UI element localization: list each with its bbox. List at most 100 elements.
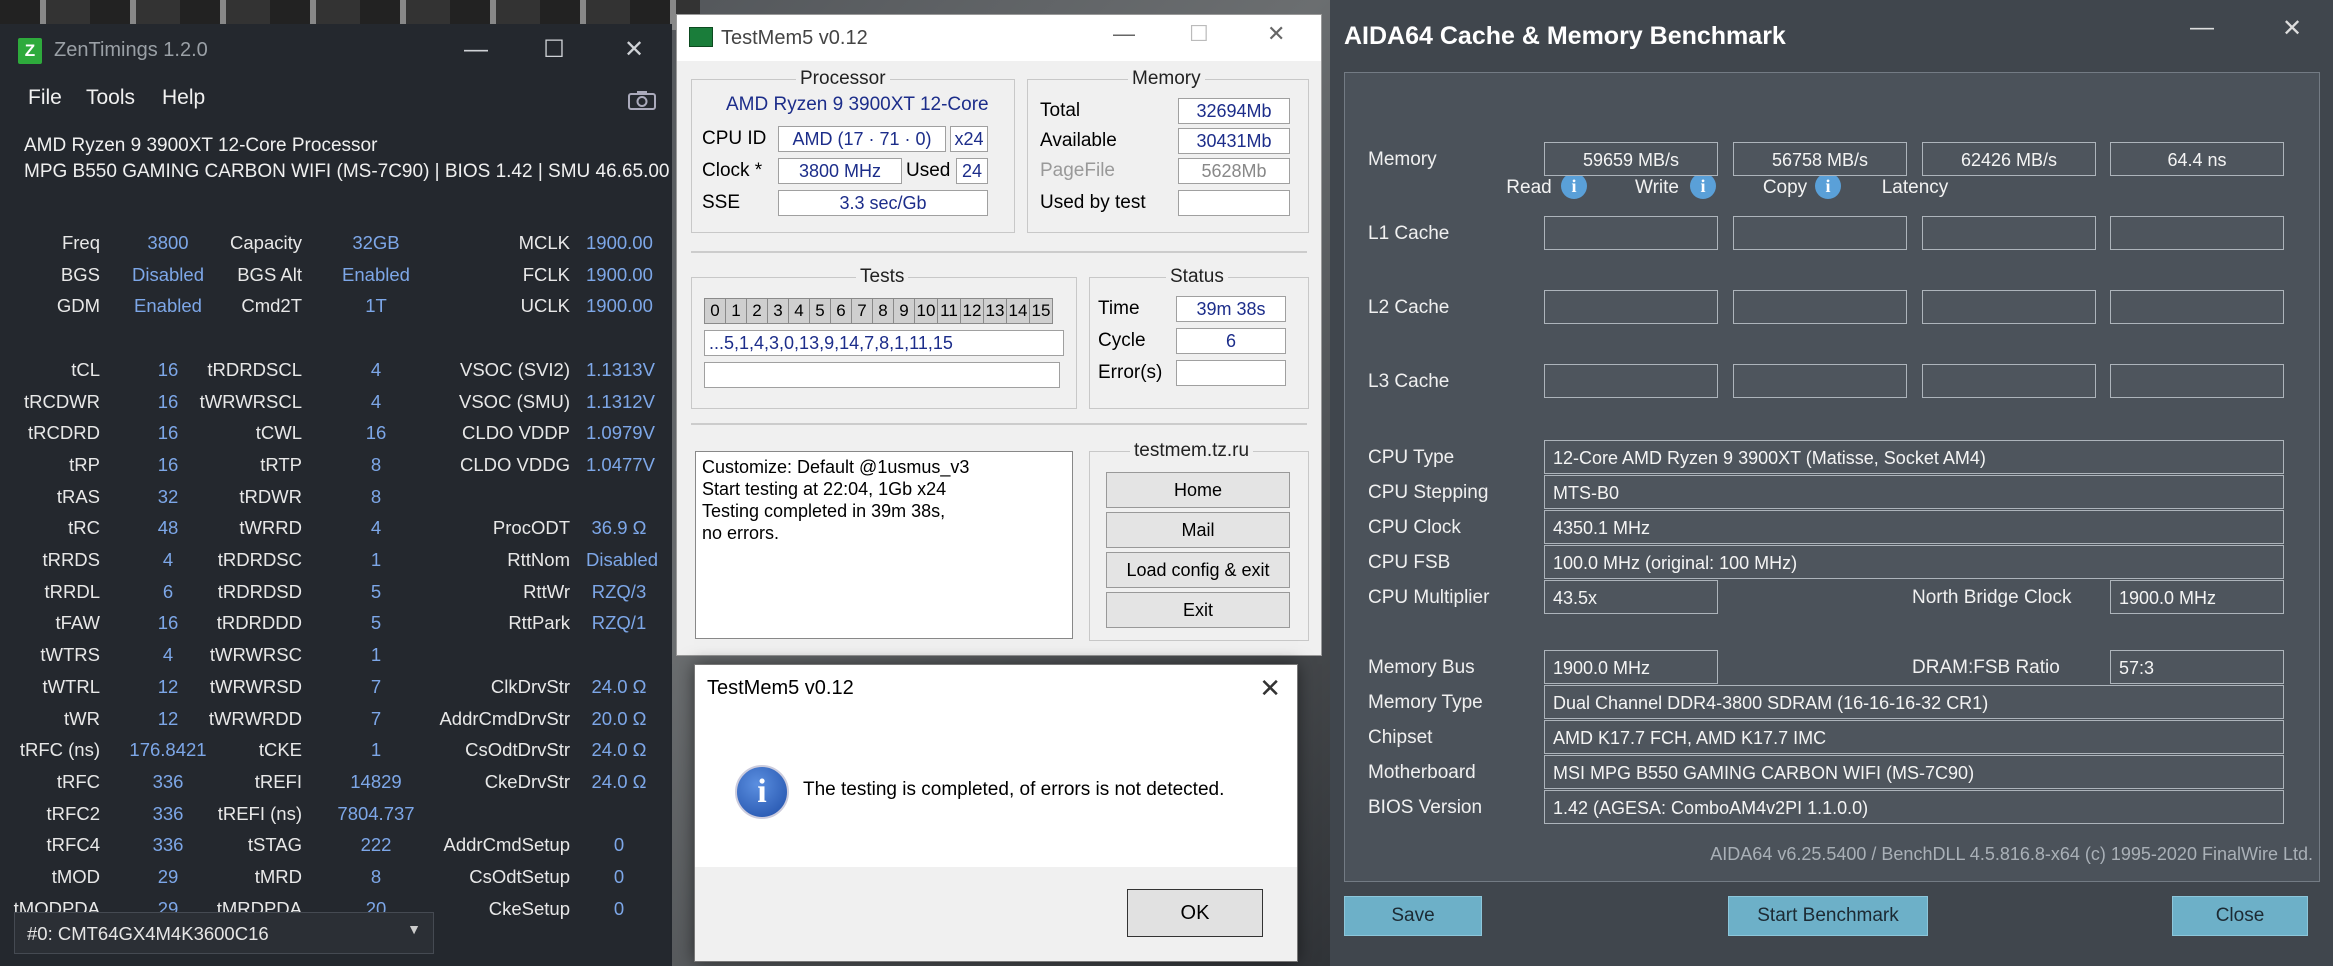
start-benchmark-button[interactable]: Start Benchmark — [1728, 896, 1928, 936]
timing-label: tCKE — [258, 739, 302, 760]
test-checkbox[interactable]: 15 — [1029, 298, 1053, 324]
timing-value: 1 — [370, 549, 382, 570]
menu-file[interactable]: File — [28, 86, 62, 110]
log-line: Customize: Default @1usmus_v3 — [702, 457, 970, 477]
result-box — [1733, 290, 1907, 324]
tests-group: Tests 0 1 2 3 4 5 6 7 8 9 10 11 12 13 14 15 ...5,1,4,3,… — [691, 266, 1077, 409]
minimize-icon[interactable]: — — [2190, 14, 2214, 42]
info-icon[interactable]: i — [1561, 173, 1587, 199]
result-box — [1544, 216, 1718, 250]
maximize-icon[interactable]: ☐ — [534, 32, 574, 68]
timing-label: tRRDS — [42, 549, 100, 570]
minimize-icon[interactable]: — — [1113, 21, 1135, 47]
test-checkbox[interactable]: 8 — [872, 298, 894, 324]
test-checkbox[interactable]: 5 — [809, 298, 831, 324]
timing-value: 16 — [157, 391, 179, 412]
bios-version-label: BIOS Version — [1368, 797, 1483, 818]
test-checkbox[interactable]: 9 — [893, 298, 915, 324]
minimize-icon[interactable]: — — [456, 32, 496, 68]
home-button[interactable]: Home — [1106, 472, 1290, 508]
test-checkbox[interactable]: 13 — [983, 298, 1007, 324]
testmem5-titlebar[interactable]: TestMem5 v0.12 — ☐ ✕ — [677, 15, 1321, 61]
timing-value: 7 — [370, 676, 382, 697]
test-checkbox[interactable]: 0 — [704, 298, 726, 324]
timing-label: tRCDRD — [28, 422, 100, 443]
timing-value: 7 — [370, 708, 382, 729]
test-checkbox[interactable]: 14 — [1006, 298, 1030, 324]
timing-label: tRFC2 — [46, 803, 100, 824]
divider — [691, 251, 1307, 253]
cpu-id-label: CPU ID — [702, 128, 767, 149]
clock-label: Clock * — [702, 160, 763, 181]
cpu-multiplier-label: CPU Multiplier — [1368, 587, 1490, 608]
status-group: Status Time 39m 38s Cycle 6 Error(s) — [1089, 266, 1309, 409]
test-checkbox[interactable]: 2 — [746, 298, 768, 324]
screenshot-camera-icon[interactable] — [628, 90, 656, 110]
test-checkbox[interactable]: 11 — [937, 298, 961, 324]
memory-type-label: Memory Type — [1368, 692, 1483, 713]
timing-value: 1 — [370, 739, 382, 760]
test-checkbox[interactable]: 7 — [851, 298, 873, 324]
save-button[interactable]: Save — [1344, 896, 1482, 936]
info-icon[interactable]: i — [1690, 173, 1716, 199]
total-field: 32694Mb — [1178, 98, 1290, 124]
timing-label: FCLK — [522, 264, 570, 285]
menu-help[interactable]: Help — [162, 86, 205, 110]
row-label: Memory — [1368, 149, 1437, 170]
test-checkbox[interactable]: 1 — [725, 298, 747, 324]
load-config-exit-button[interactable]: Load config & exit — [1106, 552, 1290, 588]
timing-value: 48 — [157, 517, 179, 538]
exit-button[interactable]: Exit — [1106, 592, 1290, 628]
test-checkbox[interactable]: 3 — [767, 298, 789, 324]
timing-value: 16 — [365, 422, 387, 443]
test-checkbox[interactable]: 12 — [960, 298, 984, 324]
used-field: 24 — [956, 158, 988, 184]
threads-field: x24 — [950, 126, 988, 152]
timing-label: CLDO VDDP — [462, 422, 570, 443]
menu-tools[interactable]: Tools — [86, 86, 135, 110]
timing-label: tRFC4 — [46, 834, 100, 855]
test-checkbox[interactable]: 10 — [914, 298, 938, 324]
dialog-message: The testing is completed, of errors is n… — [803, 779, 1225, 800]
timing-label: Capacity — [230, 232, 302, 253]
timing-value: 1900.00 — [586, 264, 653, 285]
timing-label: tWTRL — [42, 676, 100, 697]
result-box — [1922, 364, 2096, 398]
timing-label: tRDRDDD — [216, 612, 302, 633]
zentimings-titlebar[interactable]: Z ZenTimings 1.2.0 — ☐ ✕ — [0, 24, 672, 80]
result-box — [1733, 364, 1907, 398]
close-icon[interactable]: ✕ — [1259, 673, 1281, 704]
info-icon: i — [735, 765, 789, 819]
info-icon[interactable]: i — [1815, 173, 1841, 199]
close-icon[interactable]: ✕ — [2282, 14, 2302, 43]
test-checkbox[interactable]: 6 — [830, 298, 852, 324]
timing-value: 16 — [157, 422, 179, 443]
site-group-label: testmem.tz.ru — [1130, 440, 1254, 462]
bios-version-value: 1.42 (AGESA: ComboAM4v2PI 1.1.0.0) — [1544, 790, 2284, 824]
close-icon[interactable]: ✕ — [614, 32, 654, 68]
close-icon[interactable]: ✕ — [1267, 21, 1285, 47]
timing-value: 4 — [162, 644, 174, 665]
result-box — [1733, 216, 1907, 250]
close-button[interactable]: Close — [2172, 896, 2308, 936]
mail-button[interactable]: Mail — [1106, 512, 1290, 548]
ok-button[interactable]: OK — [1127, 889, 1263, 937]
result-box — [1922, 290, 2096, 324]
timing-value: 6 — [162, 581, 174, 602]
memory-module-select[interactable]: #0: CMT64GX4M4K3600C16 ▼ — [14, 912, 434, 954]
motherboard-value: MSI MPG B550 GAMING CARBON WIFI (MS-7C90… — [1544, 755, 2284, 789]
motherboard-label: Motherboard — [1368, 762, 1476, 783]
timing-value: RZQ/3 — [591, 581, 647, 602]
header-latency: Latency — [1881, 177, 1949, 198]
chevron-down-icon: ▼ — [407, 921, 421, 937]
timing-value: 4 — [370, 517, 382, 538]
memory-bus-label: Memory Bus — [1368, 657, 1475, 678]
cycle-field: 6 — [1176, 328, 1286, 354]
timing-label: tRFC — [56, 771, 100, 792]
timing-value: 16 — [157, 612, 179, 633]
sse-label: SSE — [702, 192, 741, 213]
result-box: 59659 MB/s — [1544, 142, 1718, 176]
timing-label: BGS — [60, 264, 100, 285]
test-checkbox[interactable]: 4 — [788, 298, 810, 324]
log-textarea[interactable]: Customize: Default @1usmus_v3 Start test… — [695, 451, 1073, 639]
